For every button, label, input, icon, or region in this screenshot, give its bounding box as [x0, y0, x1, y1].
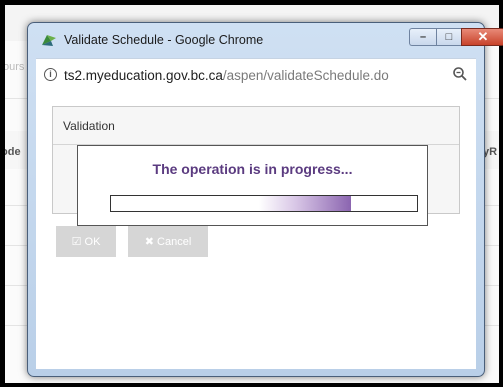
ok-button[interactable]: ☑ OK [56, 226, 116, 257]
validation-header: Validation [53, 107, 459, 145]
zoom-icon[interactable] [452, 66, 468, 82]
minimize-button[interactable]: – [409, 28, 436, 46]
cancel-button[interactable]: ✖ Cancel [128, 226, 208, 257]
x-icon: ✖ [144, 236, 154, 248]
maximize-icon: □ [445, 31, 453, 43]
cancel-label: Cancel [157, 236, 192, 248]
bg-fragment-right-col: yR [483, 146, 498, 158]
address-bar[interactable]: i ts2.myeducation.gov.bc.ca/aspen/valida… [36, 58, 476, 92]
progress-bar-fill [259, 196, 351, 211]
progress-dialog: The operation is in progress... [77, 145, 428, 226]
popup-content: Validation ☑ OK ✖ Cancel [36, 91, 476, 369]
info-icon[interactable]: i [44, 68, 57, 81]
progress-bar [110, 195, 418, 212]
url-text[interactable]: ts2.myeducation.gov.bc.ca/aspen/validate… [64, 68, 389, 83]
progress-message: The operation is in progress... [152, 161, 353, 177]
checkbox-icon: ☑ [71, 236, 82, 248]
window-title: Validate Schedule - Google Chrome [64, 33, 264, 47]
bg-fragment-left-col: ode [5, 146, 21, 158]
maximize-button[interactable]: □ [436, 28, 462, 46]
url-path: /aspen/validateSchedule.do [222, 68, 389, 83]
chrome-app-icon [42, 35, 56, 46]
url-host: ts2.myeducation.gov.bc.ca [64, 68, 223, 83]
bg-fragment-top-left: ours [5, 61, 25, 73]
minimize-icon: – [419, 31, 427, 43]
close-button[interactable]: ✕ [461, 28, 503, 46]
ok-label: OK [84, 236, 101, 248]
close-icon: ✕ [477, 29, 489, 44]
